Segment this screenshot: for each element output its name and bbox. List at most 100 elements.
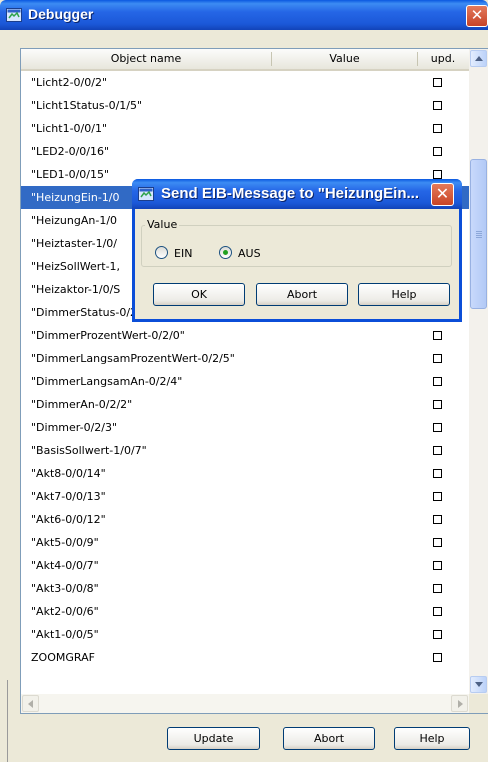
table-row[interactable]: "Licht2-0/0/2" xyxy=(21,71,469,94)
window-title: Debugger xyxy=(28,6,94,22)
debugger-app-icon xyxy=(138,187,154,201)
row-object-name: "DimmerLangsamProzentWert-0/2/5" xyxy=(31,352,235,365)
table-row[interactable]: "Dimmer-0/2/3" xyxy=(21,416,469,439)
dialog-abort-button[interactable]: Abort xyxy=(256,283,348,306)
scroll-down-button[interactable] xyxy=(470,676,487,693)
divider xyxy=(7,680,8,762)
radio-selected-dot xyxy=(223,250,228,255)
horizontal-scrollbar[interactable] xyxy=(21,694,469,713)
upd-checkbox[interactable] xyxy=(433,492,442,501)
upd-checkbox[interactable] xyxy=(433,78,442,87)
vertical-scrollbar[interactable] xyxy=(469,49,488,694)
table-row[interactable]: "Akt1-0/0/5" xyxy=(21,623,469,646)
value-groupbox xyxy=(141,225,452,267)
upd-checkbox[interactable] xyxy=(433,331,442,340)
table-row[interactable]: "Akt3-0/0/8" xyxy=(21,577,469,600)
row-object-name: "HeizungEin-1/0 xyxy=(31,191,120,204)
dialog-titlebar[interactable]: Send EIB-Message to "HeizungEin... ✕ xyxy=(132,179,462,209)
upd-checkbox[interactable] xyxy=(433,400,442,409)
table-row[interactable]: "Akt8-0/0/14" xyxy=(21,462,469,485)
table-row[interactable]: "Licht1-0/0/1" xyxy=(21,117,469,140)
scroll-up-button[interactable] xyxy=(470,50,487,67)
row-object-name: "Akt2-0/0/6" xyxy=(31,605,99,618)
dialog-help-button[interactable]: Help xyxy=(358,283,450,306)
scrollbar-corner xyxy=(469,694,488,713)
dialog-title: Send EIB-Message to "HeizungEin... xyxy=(161,185,419,202)
upd-checkbox[interactable] xyxy=(433,170,442,179)
grip-line xyxy=(476,231,482,232)
upd-checkbox[interactable] xyxy=(433,147,442,156)
table-row[interactable]: "Licht1Status-0/1/5" xyxy=(21,94,469,117)
debugger-window: Debugger ✕ Object name Value upd. "Licht… xyxy=(0,0,488,762)
column-header-value[interactable]: Value xyxy=(272,49,417,69)
table-row[interactable]: "Akt5-0/0/9" xyxy=(21,531,469,554)
radio-aus[interactable] xyxy=(219,246,232,259)
row-object-name: "HeizungAn-1/0 xyxy=(31,214,118,227)
send-eib-message-dialog: Send EIB-Message to "HeizungEin... ✕ Val… xyxy=(132,179,462,322)
row-object-name: "Akt4-0/0/7" xyxy=(31,559,99,572)
table-row[interactable]: "DimmerLangsamProzentWert-0/2/5" xyxy=(21,347,469,370)
column-header-object-name[interactable]: Object name xyxy=(21,49,271,69)
upd-checkbox[interactable] xyxy=(433,354,442,363)
upd-checkbox[interactable] xyxy=(433,584,442,593)
row-object-name: "Akt1-0/0/5" xyxy=(31,628,99,641)
arrow-up-icon xyxy=(475,56,483,61)
upd-checkbox[interactable] xyxy=(433,124,442,133)
upd-checkbox[interactable] xyxy=(433,515,442,524)
upd-checkbox[interactable] xyxy=(433,653,442,662)
radio-ein[interactable] xyxy=(155,246,168,259)
window-titlebar[interactable]: Debugger ✕ xyxy=(0,0,488,30)
abort-button[interactable]: Abort xyxy=(283,727,375,750)
row-object-name: "LED1-0/0/15" xyxy=(31,168,110,181)
window-close-icon[interactable]: ✕ xyxy=(466,5,488,27)
radio-aus-label[interactable]: AUS xyxy=(238,247,261,260)
arrow-right-icon xyxy=(458,700,463,708)
upd-checkbox[interactable] xyxy=(433,630,442,639)
help-button[interactable]: Help xyxy=(394,727,470,750)
arrow-down-icon xyxy=(475,682,483,687)
table-row[interactable]: "Akt4-0/0/7" xyxy=(21,554,469,577)
table-row[interactable]: "Akt2-0/0/6" xyxy=(21,600,469,623)
row-object-name: "Heiztaster-1/0/ xyxy=(31,237,117,250)
upd-checkbox[interactable] xyxy=(433,561,442,570)
row-object-name: "Licht1-0/0/1" xyxy=(31,122,108,135)
upd-checkbox[interactable] xyxy=(433,377,442,386)
upd-checkbox[interactable] xyxy=(433,538,442,547)
scroll-thumb[interactable] xyxy=(470,159,487,309)
row-object-name: "Licht1Status-0/1/5" xyxy=(31,99,143,112)
upd-checkbox[interactable] xyxy=(433,446,442,455)
row-object-name: "HeizSollWert-1, xyxy=(31,260,121,273)
debugger-app-icon xyxy=(6,8,22,22)
row-object-name: "Akt5-0/0/9" xyxy=(31,536,99,549)
row-object-name: "DimmerAn-0/2/2" xyxy=(31,398,133,411)
table-row[interactable]: "Akt7-0/0/13" xyxy=(21,485,469,508)
upd-checkbox[interactable] xyxy=(433,101,442,110)
upd-checkbox[interactable] xyxy=(433,469,442,478)
table-row[interactable]: "DimmerProzentWert-0/2/0" xyxy=(21,324,469,347)
table-row[interactable]: "DimmerAn-0/2/2" xyxy=(21,393,469,416)
row-object-name: "Akt7-0/0/13" xyxy=(31,490,106,503)
row-object-name: "Dimmer-0/2/3" xyxy=(31,421,118,434)
update-button[interactable]: Update xyxy=(167,727,260,750)
scroll-right-button[interactable] xyxy=(451,695,468,712)
table-row[interactable]: "LED2-0/0/16" xyxy=(21,140,469,163)
value-group-label: Value xyxy=(145,218,180,231)
table-row[interactable]: "DimmerLangsamAn-0/2/4" xyxy=(21,370,469,393)
upd-checkbox[interactable] xyxy=(433,423,442,432)
table-row[interactable]: ZOOMGRAF xyxy=(21,646,469,669)
upd-checkbox[interactable] xyxy=(433,607,442,616)
grip-line xyxy=(476,235,482,236)
scroll-left-button[interactable] xyxy=(22,695,39,712)
grip-line xyxy=(476,237,482,238)
dialog-close-icon[interactable]: ✕ xyxy=(431,183,454,206)
row-object-name: "BasisSollwert-1/0/7" xyxy=(31,444,147,457)
row-object-name: "Licht2-0/0/2" xyxy=(31,76,108,89)
radio-ein-label[interactable]: EIN xyxy=(174,247,192,260)
arrow-left-icon xyxy=(28,700,33,708)
row-object-name: "Heizaktor-1/0/S xyxy=(31,283,121,296)
column-header-upd[interactable]: upd. xyxy=(418,49,468,69)
table-row[interactable]: "Akt6-0/0/12" xyxy=(21,508,469,531)
row-object-name: ZOOMGRAF xyxy=(31,651,95,664)
table-row[interactable]: "BasisSollwert-1/0/7" xyxy=(21,439,469,462)
ok-button[interactable]: OK xyxy=(153,283,245,306)
